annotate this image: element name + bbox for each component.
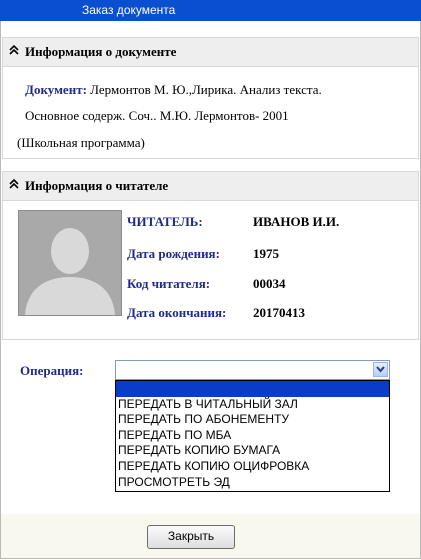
reader-info-header[interactable]: Информация о читателе xyxy=(3,172,418,201)
dropdown-option-empty[interactable] xyxy=(116,381,389,397)
dropdown-option-mba[interactable]: ПЕРЕДАТЬ ПО МБА xyxy=(116,428,389,444)
close-button[interactable]: Закрыть xyxy=(147,525,235,549)
document-line-1: Документ: Лермонтов М. Ю.,Лирика. Анализ… xyxy=(25,82,322,98)
document-info-section: Информация о документе Документ: Лермонт… xyxy=(2,37,419,159)
chevron-down-icon[interactable] xyxy=(374,363,387,376)
reader-value: ИВАНОВ И.И. xyxy=(253,214,340,229)
reader-label: ЧИТАТЕЛЬ: xyxy=(127,214,203,229)
operation-select[interactable] xyxy=(115,360,390,380)
user-silhouette-icon xyxy=(18,210,122,316)
operation-label: Операция: xyxy=(20,363,84,378)
end-date-value: 20170413 xyxy=(253,305,305,320)
operation-dropdown-list: ПЕРЕДАТЬ В ЧИТАЛЬНЫЙ ЗАЛ ПЕРЕДАТЬ ПО АБО… xyxy=(115,380,390,492)
end-date-label: Дата окончания: xyxy=(127,305,227,320)
document-label: Документ: xyxy=(25,82,87,97)
dropdown-option-reading-room[interactable]: ПЕРЕДАТЬ В ЧИТАЛЬНЫЙ ЗАЛ xyxy=(116,397,389,413)
document-title-part: Лермонтов М. Ю.,Лирика. Анализ текста. xyxy=(90,82,322,97)
document-line-3: (Школьная программа) xyxy=(17,135,145,150)
dropdown-option-subscription[interactable]: ПЕРЕДАТЬ ПО АБОНЕМЕНТУ xyxy=(116,412,389,428)
dropdown-option-view-ed[interactable]: ПРОСМОТРЕТЬ ЭД xyxy=(116,475,389,491)
dropdown-button[interactable] xyxy=(373,362,388,377)
double-chevron-up-icon[interactable] xyxy=(9,178,19,190)
birth-date-label: Дата рождения: xyxy=(127,246,220,261)
document-line-2: Основное содерж. Соч.. М.Ю. Лермонтов- 2… xyxy=(25,108,289,123)
reader-info-title: Информация о читателе xyxy=(25,178,169,193)
reader-code-value: 00034 xyxy=(253,276,286,291)
reader-code-label: Код читателя: xyxy=(127,276,211,291)
dropdown-option-paper-copy[interactable]: ПЕРЕДАТЬ КОПИЮ БУМАГА xyxy=(116,443,389,459)
double-chevron-up-icon[interactable] xyxy=(9,44,19,56)
dropdown-option-digital-copy[interactable]: ПЕРЕДАТЬ КОПИЮ ОЦИФРОВКА xyxy=(116,459,389,475)
document-info-header[interactable]: Информация о документе xyxy=(3,38,418,67)
window-title: Заказ документа xyxy=(82,3,176,17)
title-bar: Заказ документа xyxy=(0,0,421,21)
document-info-title: Информация о документе xyxy=(25,44,177,59)
birth-date-value: 1975 xyxy=(253,246,279,261)
